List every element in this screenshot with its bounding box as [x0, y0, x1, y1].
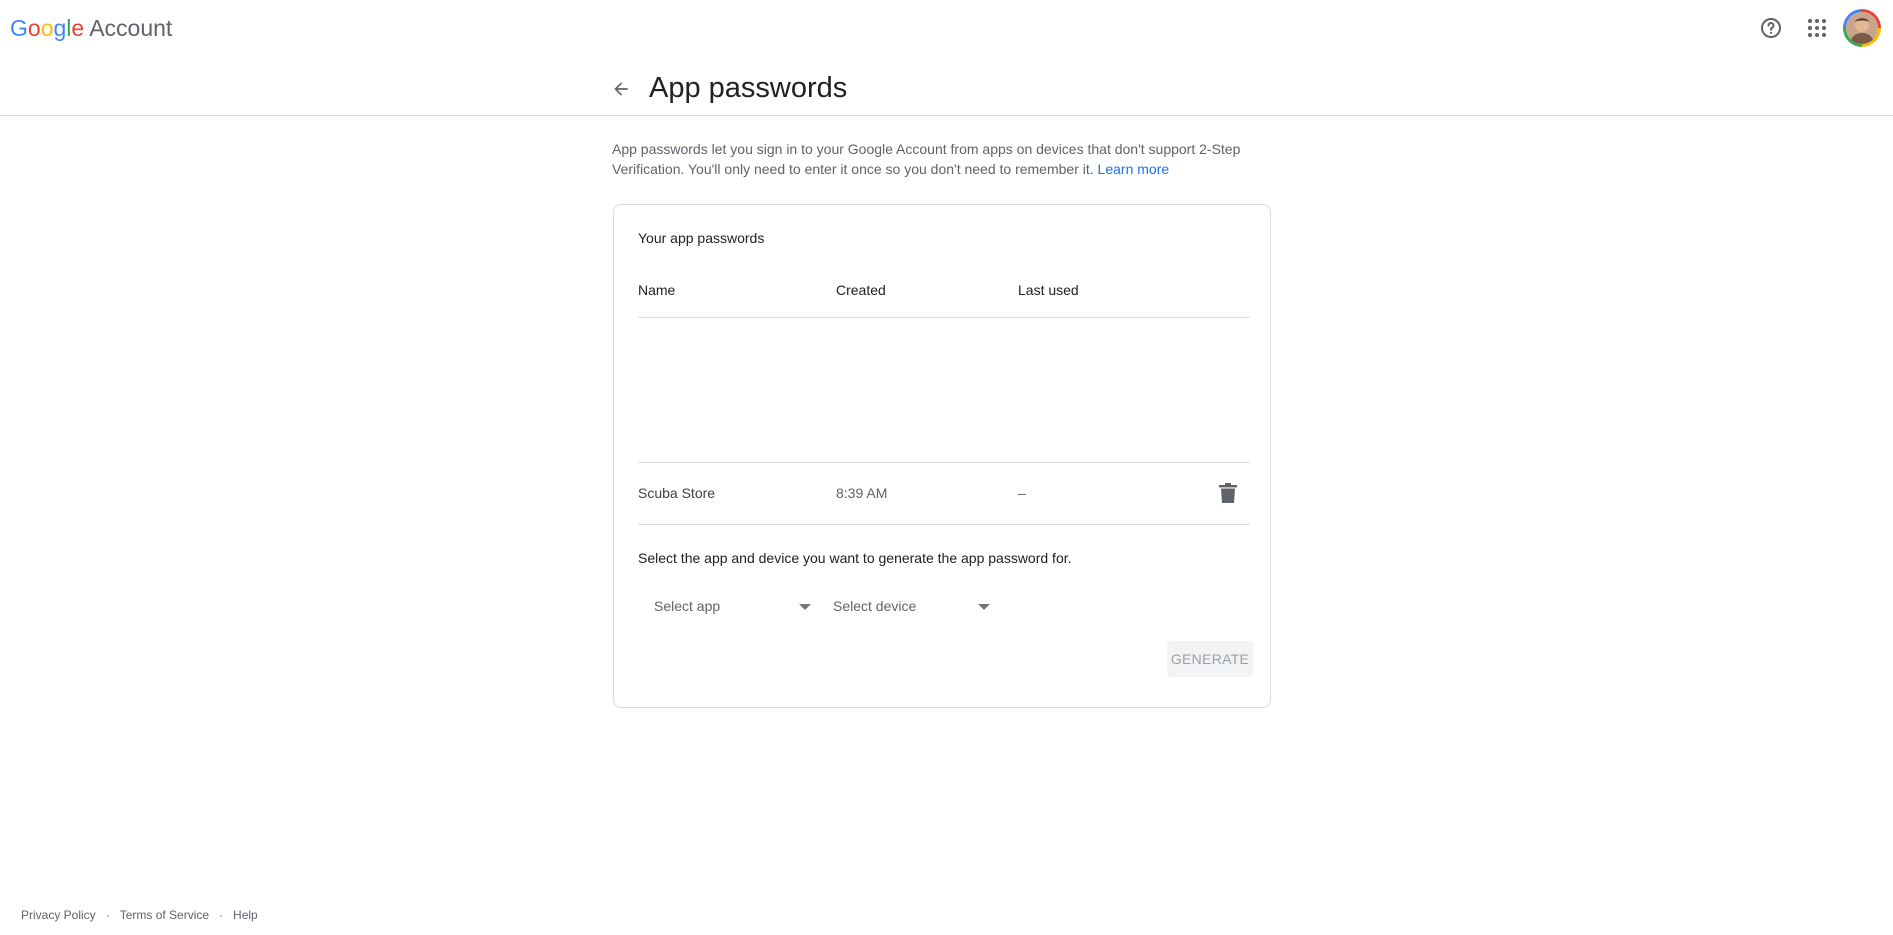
card-title: Your app passwords: [638, 230, 765, 246]
google-wordmark: Google: [10, 15, 84, 41]
select-device-value: Select device: [833, 598, 917, 614]
select-app-value: Select app: [654, 598, 721, 614]
generate-instructions: Select the app and device you want to ge…: [638, 550, 1072, 566]
learn-more-link[interactable]: Learn more: [1098, 161, 1170, 177]
top-icons: [1745, 8, 1881, 48]
google-account-logo[interactable]: Google Account: [10, 14, 172, 42]
page-header: App passwords: [0, 58, 1893, 116]
row-name: Scuba Store: [638, 485, 716, 501]
dropdown-arrow-icon: [978, 604, 990, 610]
row-created: 8:39 AM: [836, 485, 888, 501]
intro-text: App passwords let you sign in to your Go…: [612, 139, 1272, 179]
generate-button[interactable]: GENERATE: [1167, 641, 1253, 677]
table-row: Scuba Store 8:39 AM –: [638, 463, 1250, 525]
avatar[interactable]: [1843, 9, 1881, 47]
top-bar: Google Account: [0, 0, 1893, 58]
dropdown-arrow-icon: [799, 604, 811, 610]
footer: Privacy Policy · Terms of Service · Help: [21, 908, 258, 922]
logo-letter: e: [71, 15, 85, 41]
logo-letter: o: [27, 15, 41, 41]
logo-letter: o: [40, 15, 54, 41]
back-arrow-icon[interactable]: [605, 73, 637, 105]
header-divider: [638, 317, 1250, 318]
privacy-policy-link[interactable]: Privacy Policy: [21, 908, 96, 922]
trash-icon[interactable]: [1216, 480, 1240, 506]
footer-separator: ·: [105, 908, 110, 922]
column-header-last-used: Last used: [1018, 282, 1079, 298]
avatar-photo: [1846, 12, 1878, 44]
app-passwords-card: Your app passwords Name Created Last use…: [613, 204, 1271, 708]
select-app-dropdown[interactable]: Select app: [654, 588, 811, 624]
help-link[interactable]: Help: [233, 908, 258, 922]
apps-grid-icon[interactable]: [1797, 8, 1837, 48]
page-title: App passwords: [649, 72, 848, 104]
logo-account-text: Account: [89, 15, 173, 41]
footer-separator: ·: [219, 908, 224, 922]
select-device-dropdown[interactable]: Select device: [833, 588, 990, 624]
column-header-name: Name: [638, 282, 676, 298]
logo-letter: g: [53, 15, 67, 41]
row-last-used: –: [1018, 485, 1026, 501]
logo-letter: G: [10, 15, 28, 41]
column-header-created: Created: [836, 282, 886, 298]
terms-of-service-link[interactable]: Terms of Service: [120, 908, 209, 922]
help-icon[interactable]: [1751, 8, 1791, 48]
